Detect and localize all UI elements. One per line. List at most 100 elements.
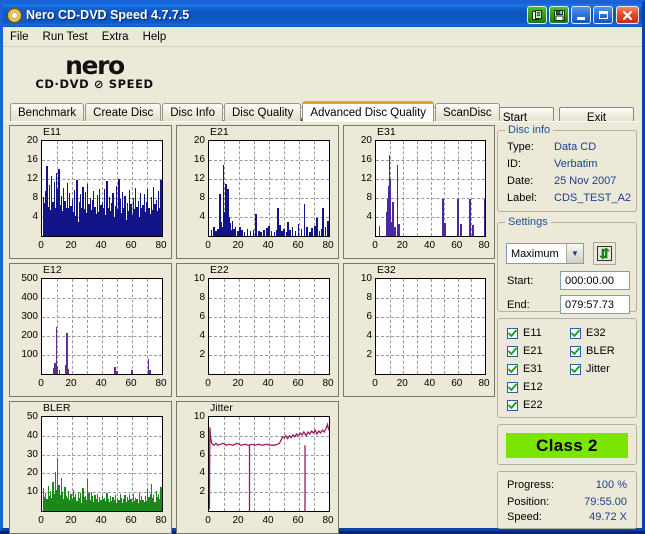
checkbox-label: E12 xyxy=(523,381,543,393)
menu-item-file[interactable]: File xyxy=(3,29,36,45)
checkbox-bler[interactable]: BLER xyxy=(570,345,615,357)
disc-type-value: Data CD xyxy=(554,141,597,153)
x-axis-tick-label: 0 xyxy=(38,378,44,389)
close-button[interactable] xyxy=(616,6,639,24)
y-axis-tick-label: 10 xyxy=(193,411,205,422)
gridline-horizontal xyxy=(42,355,162,356)
plot-area xyxy=(375,140,486,237)
refresh-button[interactable] xyxy=(593,242,616,265)
title-bar-buttons xyxy=(525,6,642,24)
gridline-vertical xyxy=(403,279,405,374)
y-axis-tick-label: 16 xyxy=(26,154,38,165)
tab-benchmark[interactable]: Benchmark xyxy=(10,103,85,122)
y-axis-tick-label: 12 xyxy=(26,173,38,184)
x-axis-tick-label: 20 xyxy=(232,240,244,251)
chevron-down-icon[interactable]: ▼ xyxy=(566,244,583,263)
y-axis-tick-label: 8 xyxy=(32,192,38,203)
checkbox-box[interactable] xyxy=(570,345,581,357)
chart-bar xyxy=(58,369,60,374)
chart-panel-bler: BLER 10 20 30 40 50 0 20 40 60 80 xyxy=(9,401,172,534)
x-axis-tick-label: 40 xyxy=(262,240,274,251)
gridline-vertical xyxy=(269,279,270,374)
x-axis-tick-label: 40 xyxy=(262,378,274,389)
chart-bar xyxy=(243,232,246,236)
copy-to-clipboard-button[interactable] xyxy=(527,6,547,24)
check-icon xyxy=(508,383,517,391)
tab-create-disc[interactable]: Create Disc xyxy=(85,103,162,122)
y-axis-tick-label: 6 xyxy=(199,311,205,322)
maximize-button[interactable] xyxy=(593,6,613,24)
checkbox-box[interactable] xyxy=(507,363,518,375)
checkbox-e21[interactable]: E21 xyxy=(507,345,543,357)
x-axis-tick-label: 80 xyxy=(322,240,334,251)
x-axis-tick-label: 60 xyxy=(125,515,137,526)
checkbox-box[interactable] xyxy=(507,399,518,411)
progress-label: Progress: xyxy=(507,479,555,491)
speed-select[interactable]: Maximum ▼ xyxy=(506,243,584,264)
application-window: Nero CD-DVD Speed 4.7.7.5 File Run Test … xyxy=(0,0,645,534)
checkbox-box[interactable] xyxy=(507,381,518,393)
checkbox-jitter[interactable]: Jitter xyxy=(570,363,610,375)
checkbox-box[interactable] xyxy=(507,327,518,339)
x-axis-tick-label: 60 xyxy=(292,515,304,526)
chart-bar xyxy=(161,476,162,511)
x-axis-tick-label: 60 xyxy=(451,378,463,389)
x-axis-tick-label: 20 xyxy=(232,378,244,389)
x-axis-tick-label: 40 xyxy=(423,378,436,389)
tab-scandisc[interactable]: ScanDisc xyxy=(435,103,500,122)
plot-area xyxy=(208,278,330,375)
checkbox-box[interactable] xyxy=(570,327,581,339)
checkbox-e31[interactable]: E31 xyxy=(507,363,543,375)
gridline-vertical-minor xyxy=(314,279,315,374)
checkbox-label: E11 xyxy=(523,327,542,339)
y-axis-tick-label: 4 xyxy=(199,211,205,222)
tab-advanced-disc-quality[interactable]: Advanced Disc Quality xyxy=(302,101,435,122)
minimize-icon xyxy=(577,16,585,20)
start-time-label: Start: xyxy=(507,275,534,287)
end-time-input[interactable]: 079:57.73 xyxy=(560,295,630,314)
plot-area xyxy=(208,416,330,512)
end-time-label: End: xyxy=(507,299,530,311)
settings-panel: Settings Maximum ▼ Start: 000:00.00 End:… xyxy=(497,216,637,314)
x-axis-tick-label: 40 xyxy=(95,515,107,526)
check-icon xyxy=(571,329,580,337)
x-axis-tick-label: 80 xyxy=(155,378,167,389)
y-axis-tick-label: 2 xyxy=(199,349,205,360)
checkbox-box[interactable] xyxy=(507,345,518,357)
gridline-horizontal xyxy=(209,355,329,356)
tab-label: Advanced Disc Quality xyxy=(310,107,427,119)
gridline-vertical-minor xyxy=(117,279,118,374)
checkbox-e12[interactable]: E12 xyxy=(507,381,543,393)
save-button[interactable] xyxy=(549,6,569,24)
gridline-vertical-minor xyxy=(314,141,315,236)
refresh-arrows-icon xyxy=(597,246,612,261)
menu-item-extra[interactable]: Extra xyxy=(95,29,136,45)
minimize-button[interactable] xyxy=(571,6,591,24)
gridline-horizontal xyxy=(42,454,162,456)
tab-disc-info[interactable]: Disc Info xyxy=(162,103,223,122)
start-time-input[interactable]: 000:00.00 xyxy=(560,271,630,290)
y-axis-tick-label: 200 xyxy=(21,330,38,341)
checkbox-e32[interactable]: E32 xyxy=(570,327,606,339)
gridline-vertical xyxy=(102,279,103,374)
chart-title: E12 xyxy=(43,264,62,276)
tab-disc-quality[interactable]: Disc Quality xyxy=(224,103,302,122)
chart-bar xyxy=(311,228,313,236)
menu-item-help[interactable]: Help xyxy=(136,29,174,45)
class-panel: Class 2 xyxy=(497,424,637,465)
gridline-horizontal xyxy=(42,473,162,475)
gridline-vertical-minor xyxy=(471,141,473,236)
checkbox-e22[interactable]: E22 xyxy=(507,399,543,411)
speed-value: 49.72 X xyxy=(589,511,627,523)
y-axis-tick-label: 300 xyxy=(21,311,38,322)
checkbox-e11[interactable]: E11 xyxy=(507,327,542,339)
chart-bar xyxy=(263,230,265,236)
y-axis-tick-label: 100 xyxy=(21,349,38,360)
menu-item-run-test[interactable]: Run Test xyxy=(36,29,95,45)
checkbox-box[interactable] xyxy=(570,363,581,375)
checkbox-label: BLER xyxy=(586,345,615,357)
chart-panel-e21: E21 4 8 12 16 20 0 20 40 60 80 xyxy=(176,125,339,259)
disc-info-panel: Disc info Type: Data CD ID: Verbatim Dat… xyxy=(497,124,637,212)
gridline-horizontal xyxy=(209,160,329,161)
x-axis-tick-label: 80 xyxy=(322,515,334,526)
